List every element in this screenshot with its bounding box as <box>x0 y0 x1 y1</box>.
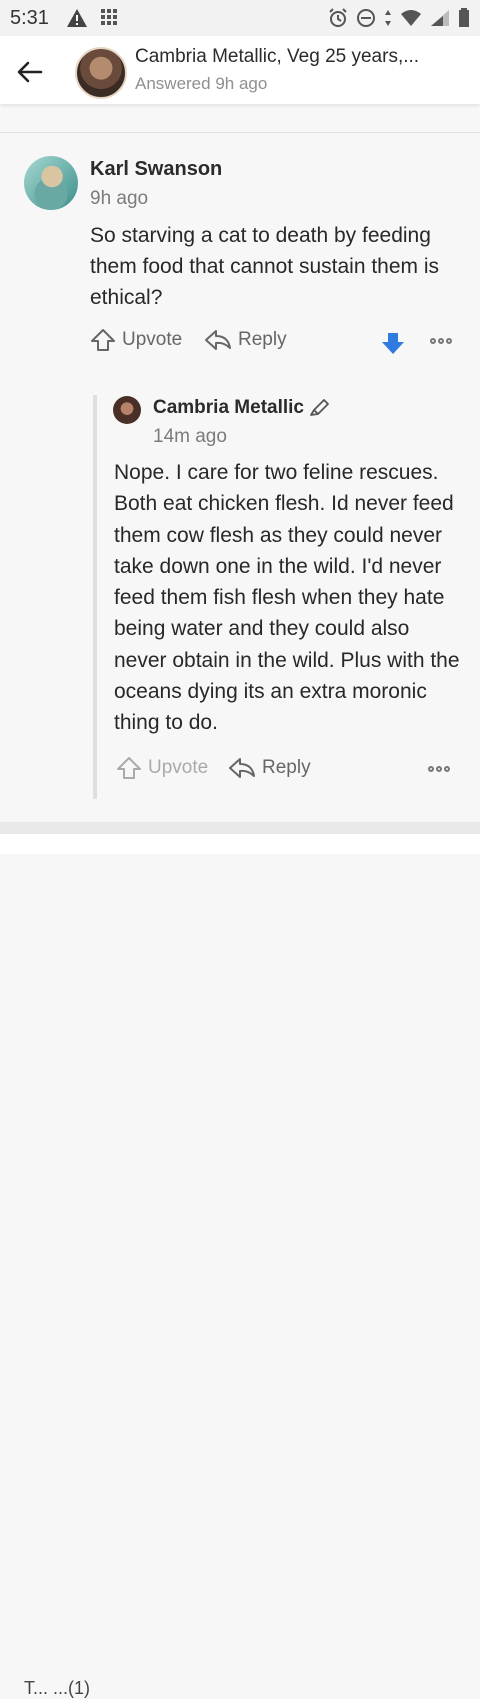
battery-icon <box>459 8 469 27</box>
comment-text: So starving a cat to death by feeding th… <box>90 224 440 309</box>
reply-button[interactable]: Reply <box>204 328 287 352</box>
reply-icon <box>229 758 255 778</box>
comment-time: 9h ago <box>90 188 149 209</box>
next-section-text: T... ...(1) <box>24 1678 91 1698</box>
reply-text: Nope. I care for two feline rescues. Bot… <box>114 461 460 735</box>
answer-author-title[interactable]: Cambria Metallic, Veg 25 years,... <box>135 46 465 68</box>
downvote-icon <box>382 333 404 354</box>
upvote-icon <box>91 329 115 351</box>
data-arrows-icon <box>385 10 391 26</box>
more-options-button[interactable] <box>430 338 452 344</box>
reply-more-options-button[interactable] <box>428 766 450 772</box>
back-arrow-icon <box>17 61 43 83</box>
reply-author[interactable]: Cambria Metallic <box>153 397 304 419</box>
reply-reply-button[interactable]: Reply <box>228 756 311 780</box>
downvote-button[interactable] <box>380 332 406 361</box>
question-header: Cambria Metallic, Veg 25 years,... Answe… <box>0 36 480 104</box>
author-avatar[interactable] <box>75 47 127 99</box>
reply-label: Reply <box>238 329 287 350</box>
next-section: T... ...(1) <box>0 834 480 1698</box>
reply-time: 14m ago <box>153 426 227 447</box>
back-button[interactable] <box>14 56 46 88</box>
alarm-icon <box>329 8 347 27</box>
status-left-icons <box>66 8 118 28</box>
reply-icon <box>205 330 231 350</box>
comment-actions: Upvote Reply <box>90 328 460 358</box>
reply-thread-line <box>93 395 97 799</box>
do-not-disturb-icon <box>357 9 375 27</box>
section-divider-bottom <box>0 822 480 834</box>
warning-icon <box>67 9 87 27</box>
upvote-icon <box>117 757 141 779</box>
reply-upvote-button[interactable]: Upvote <box>116 756 208 780</box>
upvote-button[interactable]: Upvote <box>90 328 182 352</box>
status-bar: 5:31 <box>0 0 480 36</box>
commenter-avatar[interactable] <box>24 156 78 210</box>
edit-icon[interactable] <box>308 397 332 424</box>
section-divider <box>0 132 480 133</box>
reply-actions: Upvote Reply <box>116 756 456 786</box>
reply-reply-label: Reply <box>262 757 311 778</box>
grid-icon <box>101 9 117 25</box>
reply-upvote-label: Upvote <box>148 757 209 778</box>
status-time: 5:31 <box>10 7 49 29</box>
signal-icon <box>431 10 449 26</box>
reply-author-avatar[interactable] <box>113 396 141 424</box>
answer-timestamp: Answered 9h ago <box>135 74 268 93</box>
wifi-icon <box>401 10 421 26</box>
upvote-label: Upvote <box>122 329 183 350</box>
comment-author[interactable]: Karl Swanson <box>90 158 222 181</box>
status-right-icons <box>328 8 470 28</box>
